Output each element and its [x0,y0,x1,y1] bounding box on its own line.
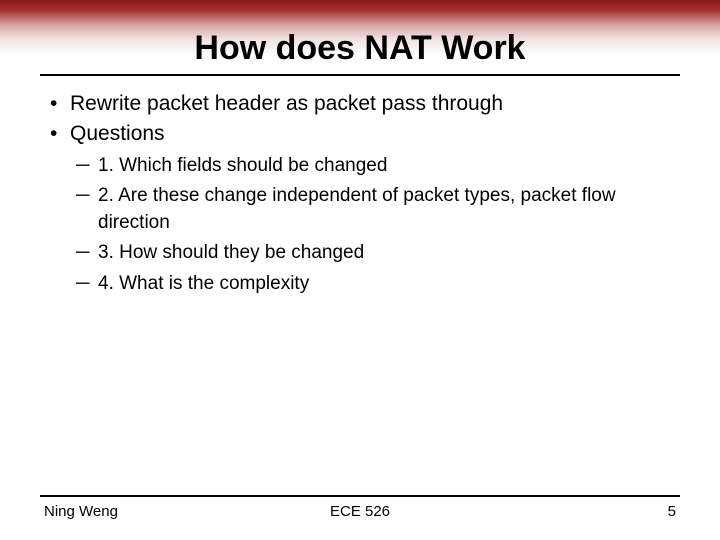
bullet-dot-icon: • [48,90,70,118]
bullet-text: 4. What is the complexity [98,271,672,298]
bullet-level2: ─ 2. Are these change independent of pac… [76,183,672,236]
bullet-text: Questions [70,120,672,148]
bullet-level1: • Rewrite packet header as packet pass t… [48,90,672,118]
bullet-level2: ─ 4. What is the complexity [76,271,672,298]
page-number: 5 [465,503,676,520]
bullet-level2: ─ 1. Which fields should be changed [76,153,672,180]
footer-author: Ning Weng [44,503,255,520]
bullet-text: 2. Are these change independent of packe… [98,183,672,236]
footer-course: ECE 526 [255,503,466,520]
bullet-dot-icon: • [48,120,70,148]
footer: Ning Weng ECE 526 5 [0,497,720,540]
bullet-text: 1. Which fields should be changed [98,153,672,180]
content-area: • Rewrite packet header as packet pass t… [0,76,720,495]
bullet-text: Rewrite packet header as packet pass thr… [70,90,672,118]
bullet-level1: • Questions [48,120,672,148]
slide: How does NAT Work • Rewrite packet heade… [0,0,720,540]
bullet-dash-icon: ─ [76,271,98,298]
header-band: How does NAT Work [0,0,720,70]
bullet-dash-icon: ─ [76,153,98,180]
bullet-text: 3. How should they be changed [98,240,672,267]
slide-title: How does NAT Work [194,29,525,68]
bullet-dash-icon: ─ [76,240,98,267]
bullet-level2: ─ 3. How should they be changed [76,240,672,267]
bullet-dash-icon: ─ [76,183,98,210]
